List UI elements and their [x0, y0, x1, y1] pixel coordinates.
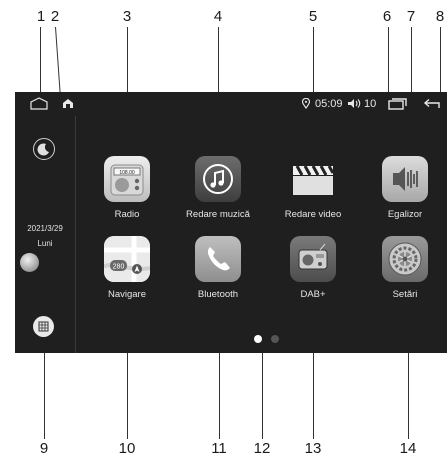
app-equalizer[interactable]: Egalizor	[358, 156, 447, 220]
gear-icon	[382, 236, 428, 282]
clapperboard-icon	[290, 156, 336, 202]
app-label-dab: DAB+	[300, 289, 326, 300]
sidebar-day: Luni	[37, 239, 53, 248]
music-note-icon	[195, 156, 241, 202]
sidebar-date: 2021/3/29	[27, 224, 63, 233]
leader-line-1	[40, 27, 41, 97]
map-icon: 280	[104, 236, 150, 282]
app-label-radio: Radio	[114, 209, 140, 220]
all-apps-button[interactable]	[33, 316, 54, 337]
back-icon[interactable]	[423, 97, 441, 110]
status-bar: 05:09 10	[15, 92, 447, 116]
app-label-equalizer: Egalizor	[387, 209, 423, 220]
status-time: 05:09	[315, 98, 343, 110]
volume-level: 10	[364, 98, 377, 110]
location-pin-icon	[302, 98, 310, 109]
svg-text:108.00: 108.00	[119, 170, 135, 176]
callout-8: 8	[435, 8, 445, 25]
car-home-icon[interactable]	[62, 98, 74, 109]
callout-9: 9	[39, 440, 49, 457]
leader-line-12	[262, 340, 263, 439]
head-unit-screen: 05:09 10 2021/3/29 Luni 108.00 Radio Red…	[15, 92, 447, 353]
equalizer-speaker-icon	[382, 156, 428, 202]
app-radio[interactable]: 108.00 Radio	[80, 156, 174, 220]
app-dab[interactable]: DAB+	[266, 236, 360, 300]
callout-7: 7	[406, 8, 416, 25]
dab-radio-icon	[290, 236, 336, 282]
moon-icon	[37, 143, 49, 156]
callout-4: 4	[213, 8, 223, 25]
callout-12: 12	[253, 440, 271, 457]
app-label-navigation: Navigare	[107, 289, 147, 300]
knob-widget[interactable]	[20, 253, 39, 272]
callout-6: 6	[382, 8, 392, 25]
app-label-music: Redare muzică	[186, 209, 250, 220]
app-label-bluetooth: Bluetooth	[197, 289, 239, 300]
leader-line-6	[388, 27, 389, 99]
app-bluetooth[interactable]: Bluetooth	[171, 236, 265, 300]
phone-icon	[195, 236, 241, 282]
sidebar: 2021/3/29 Luni	[15, 116, 76, 353]
app-label-video: Redare video	[284, 209, 342, 220]
night-mode-button[interactable]	[33, 138, 55, 160]
recent-apps-icon[interactable]	[388, 98, 407, 110]
app-video[interactable]: Redare video	[266, 156, 360, 220]
app-music[interactable]: Redare muzică	[171, 156, 265, 220]
page-dot-inactive[interactable]	[271, 335, 279, 343]
callout-2: 2	[50, 8, 60, 25]
leader-line-9	[44, 345, 45, 439]
callout-10: 10	[118, 440, 136, 457]
callout-13: 13	[304, 440, 322, 457]
app-settings[interactable]: Setări	[358, 236, 447, 300]
home-outline-icon[interactable]	[30, 97, 48, 110]
radio-icon: 108.00	[104, 156, 150, 202]
svg-text:280: 280	[113, 264, 125, 271]
callout-14: 14	[399, 440, 417, 457]
app-label-settings: Setări	[392, 289, 418, 300]
callout-11: 11	[211, 440, 227, 457]
volume-icon[interactable]	[348, 98, 363, 109]
callout-3: 3	[122, 8, 132, 25]
callout-5: 5	[308, 8, 318, 25]
app-grid-icon	[38, 321, 49, 332]
app-navigation[interactable]: 280 Navigare	[80, 236, 174, 300]
leader-line-8	[440, 27, 441, 99]
page-dot-active[interactable]	[254, 335, 262, 343]
